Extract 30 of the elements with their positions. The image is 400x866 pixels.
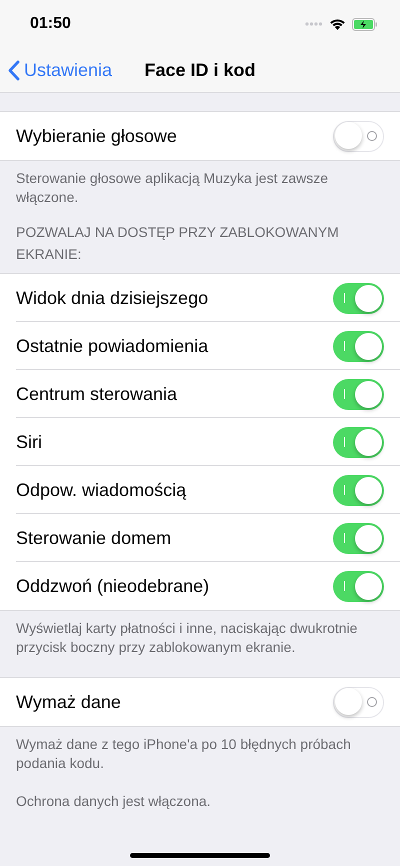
setting-label: Oddzwoń (nieodebrane) [16, 576, 210, 596]
chevron-left-icon [8, 60, 20, 80]
section-footer: Sterowanie głosowe aplikacją Muzyka jest zawsze włączone. [0, 161, 400, 207]
setting-label: Sterowanie domem [16, 528, 172, 548]
setting-label: Centrum sterowania [16, 384, 178, 404]
section-footer: Wyświetlaj karty płatności i inne, naciskając dwukrotnie przycisk boczny przy zablokowanym ekranie. [0, 611, 400, 657]
setting-label: Ostatnie powiadomienia [16, 336, 208, 356]
toggle-switch[interactable] [333, 474, 384, 506]
page-title: Face ID i kod [144, 60, 256, 80]
setting-label: Wybieranie głosowe [16, 126, 177, 146]
toggle-switch[interactable] [333, 120, 384, 152]
signal-icon [305, 22, 323, 26]
toggle-switch[interactable] [333, 570, 384, 602]
setting-label: Wymaż dane [16, 692, 121, 712]
battery-charging-icon [352, 18, 378, 30]
wifi-icon [329, 18, 346, 30]
setting-label: Odpow. wiadomością [16, 480, 186, 500]
status-time: 01:50 [30, 15, 71, 33]
back-button[interactable]: Ustawienia [0, 60, 112, 80]
toggle-switch[interactable] [333, 282, 384, 314]
setting-label: Widok dnia dzisiejszego [16, 288, 208, 308]
toggle-switch[interactable] [333, 330, 384, 362]
setting-label: Siri [16, 432, 42, 452]
toggle-switch[interactable] [333, 686, 384, 718]
section-footer: Wymaż dane z tego iPhone'a po 10 błędnych próbach podania kodu. [0, 727, 400, 773]
section-footer: Ochrona danych jest włączona. [0, 773, 400, 811]
toggle-switch[interactable] [333, 522, 384, 554]
toggle-switch[interactable] [333, 426, 384, 458]
section-header: POZWALAJ NA DOSTĘP PRZY ZABLOKOWANYM EKRANIE: [15, 223, 340, 264]
toggle-switch[interactable] [333, 378, 384, 410]
